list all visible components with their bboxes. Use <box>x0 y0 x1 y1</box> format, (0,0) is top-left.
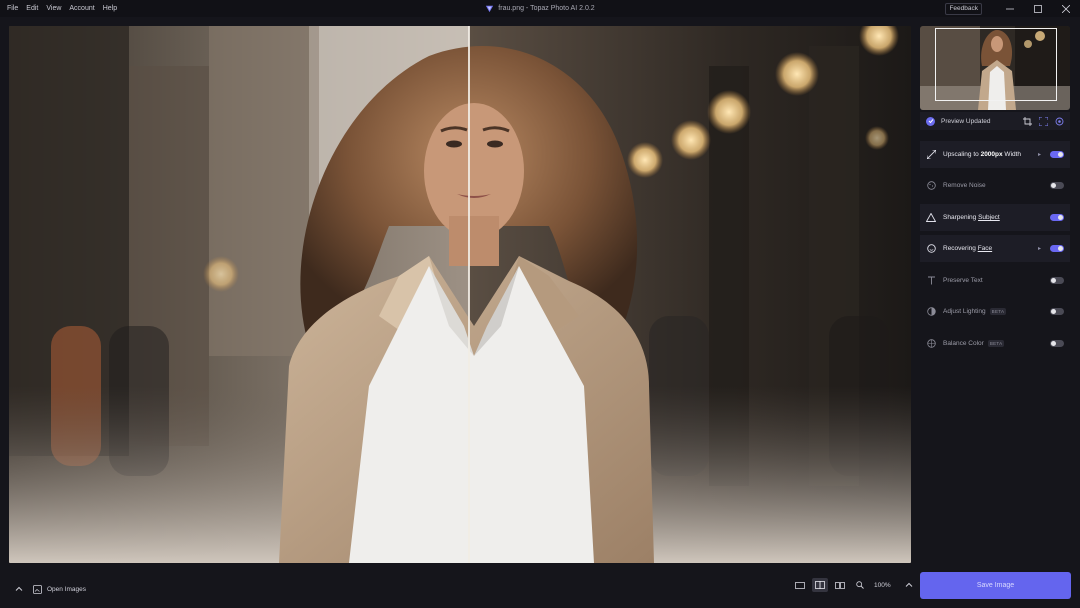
feature-upscaling[interactable]: Upscaling to 2000px Width ▸ <box>920 141 1070 168</box>
app-window: File Edit View Account Help frau.png - T… <box>0 0 1080 608</box>
bottom-toolbar: Open Images 100% Save Image <box>0 568 1080 608</box>
close-button[interactable] <box>1052 0 1080 17</box>
navigator-thumbnail[interactable] <box>920 26 1070 110</box>
beta-badge: BETA <box>989 307 1007 315</box>
chevron-right-icon[interactable]: ▸ <box>1038 151 1041 158</box>
face-icon <box>926 244 936 254</box>
feature-adjust-lighting[interactable]: Adjust Lighting BETA <box>920 298 1070 325</box>
feature-sharpening-label: Sharpening Subject <box>943 214 1000 221</box>
zoom-level[interactable]: 100% <box>874 582 891 589</box>
zoom-menu-button[interactable] <box>901 578 917 592</box>
photo-preview <box>9 26 911 563</box>
feature-balance-color-toggle[interactable] <box>1050 340 1064 347</box>
single-view-icon <box>795 581 805 589</box>
navigator-viewport-frame[interactable] <box>935 28 1057 101</box>
feature-sharpening[interactable]: Sharpening Subject <box>920 204 1070 231</box>
feature-balance-color[interactable]: Balance Color BETA <box>920 330 1070 357</box>
fullscreen-button[interactable] <box>1038 116 1048 126</box>
menu-edit[interactable]: Edit <box>22 0 42 17</box>
expand-arrows-icon <box>926 150 936 160</box>
window-title: frau.png - Topaz Photo AI 2.0.2 <box>0 0 1080 17</box>
feature-adjust-lighting-label: Adjust Lighting BETA <box>943 307 1007 316</box>
image-canvas[interactable] <box>9 26 911 563</box>
split-view-button[interactable] <box>812 578 828 592</box>
color-icon <box>926 339 936 349</box>
image-icon <box>33 584 42 594</box>
triangle-icon <box>926 213 936 223</box>
bottom-left-controls: Open Images <box>15 580 86 598</box>
feature-sharpening-toggle[interactable] <box>1050 214 1064 221</box>
view-mode-tools: 100% <box>792 578 917 592</box>
zoom-button[interactable] <box>852 578 868 592</box>
feature-face-recovery-label: Recovering Face <box>943 245 993 252</box>
chevron-up-icon <box>905 582 912 587</box>
feature-balance-color-label: Balance Color BETA <box>943 339 1005 348</box>
comparison-split-handle[interactable] <box>468 26 470 563</box>
preview-status-text: Preview Updated <box>941 117 991 125</box>
feature-remove-noise[interactable]: Remove Noise <box>920 172 1070 199</box>
lighting-icon <box>926 307 936 317</box>
crop-button[interactable] <box>1022 116 1032 126</box>
feature-remove-noise-toggle[interactable] <box>1050 182 1064 189</box>
menu-account[interactable]: Account <box>65 0 98 17</box>
window-title-text: frau.png - Topaz Photo AI 2.0.2 <box>498 5 595 12</box>
fullscreen-icon <box>1038 116 1048 126</box>
title-bar: File Edit View Account Help frau.png - T… <box>0 0 1080 17</box>
check-circle-icon <box>926 116 935 126</box>
feature-preserve-text-label: Preserve Text <box>943 277 983 284</box>
right-panel: Preview Updated Upscaling to 2000px Widt… <box>918 26 1072 563</box>
open-images-button[interactable]: Open Images <box>33 584 87 594</box>
open-images-label: Open Images <box>47 585 87 593</box>
menu-view[interactable]: View <box>42 0 65 17</box>
side-by-side-icon <box>835 581 845 589</box>
collapse-button[interactable] <box>15 580 23 598</box>
menu-bar: File Edit View Account Help <box>0 0 121 17</box>
topaz-logo-icon <box>486 5 494 13</box>
feature-remove-noise-label: Remove Noise <box>943 182 986 189</box>
text-icon <box>926 276 936 286</box>
feature-preserve-text-toggle[interactable] <box>1050 277 1064 284</box>
feature-preserve-text[interactable]: Preserve Text <box>920 267 1070 294</box>
window-controls: Feedback <box>945 0 1080 17</box>
feedback-button[interactable]: Feedback <box>945 2 982 15</box>
close-icon <box>1062 4 1070 13</box>
feature-adjust-lighting-toggle[interactable] <box>1050 308 1064 315</box>
feature-face-recovery[interactable]: Recovering Face ▸ <box>920 235 1070 262</box>
zoom-icon <box>856 581 864 589</box>
split-view-icon <box>815 581 825 589</box>
save-image-button[interactable]: Save Image <box>920 572 1071 599</box>
chevron-up-icon <box>15 586 23 591</box>
preview-status-row: Preview Updated <box>920 112 1070 130</box>
settings-button[interactable] <box>1054 116 1064 126</box>
crop-icon <box>1022 116 1032 126</box>
feature-face-recovery-toggle[interactable] <box>1050 245 1064 252</box>
minimize-button[interactable] <box>996 0 1024 17</box>
maximize-icon <box>1034 4 1042 13</box>
beta-badge: BETA <box>987 339 1005 347</box>
gear-icon <box>1055 117 1063 125</box>
menu-help[interactable]: Help <box>99 0 121 17</box>
noise-icon <box>926 181 936 191</box>
feature-upscaling-toggle[interactable] <box>1050 151 1064 158</box>
maximize-button[interactable] <box>1024 0 1052 17</box>
single-view-button[interactable] <box>792 578 808 592</box>
side-by-side-button[interactable] <box>832 578 848 592</box>
minimize-icon <box>1006 8 1014 9</box>
feature-upscaling-label: Upscaling to 2000px Width <box>943 151 1022 158</box>
chevron-right-icon[interactable]: ▸ <box>1038 245 1041 252</box>
menu-file[interactable]: File <box>3 0 22 17</box>
